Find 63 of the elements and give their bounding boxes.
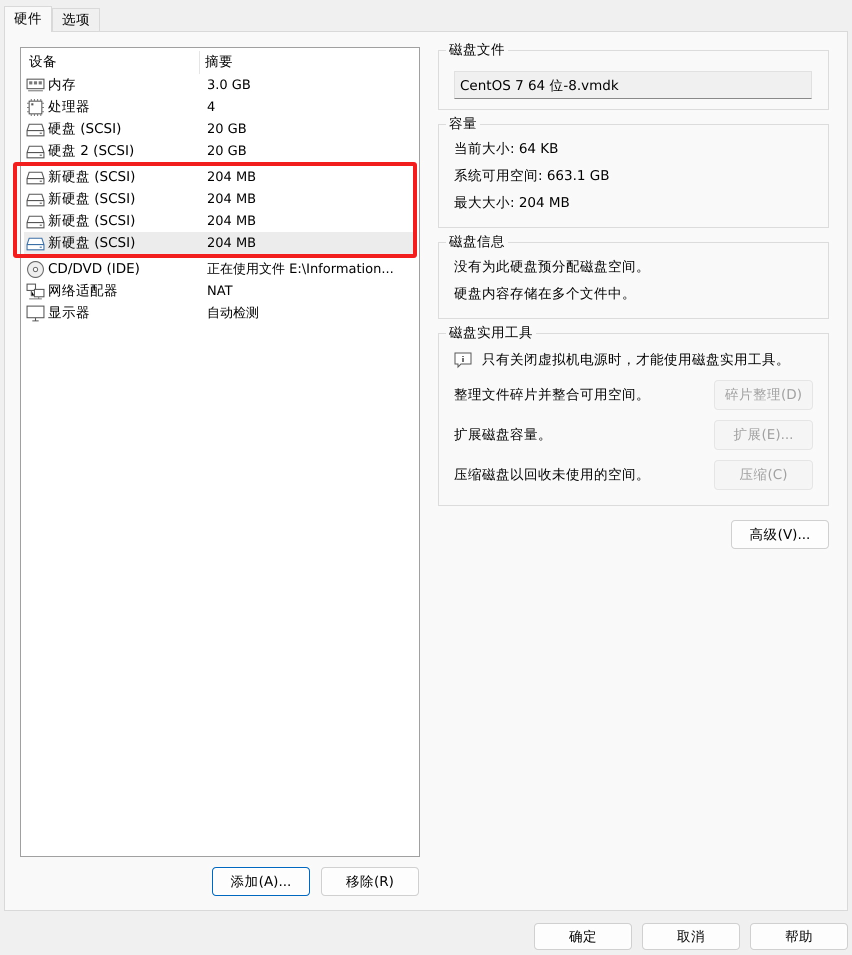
- device-name: CD/DVD (IDE): [48, 261, 140, 277]
- device-row[interactable]: CD/DVD (IDE) 正在使用文件 E:\Information...: [24, 258, 419, 280]
- device-row[interactable]: 显示器 自动检测: [24, 302, 419, 324]
- column-header[interactable]: 摘要: [200, 51, 419, 74]
- device-summary: 204 MB: [206, 192, 258, 206]
- monitor-icon: [26, 304, 45, 322]
- device-name: 硬盘 2 (SCSI): [48, 142, 134, 160]
- device-row[interactable]: 新硬盘 (SCSI) 204 MB: [24, 232, 413, 254]
- device-name: 显示器: [48, 304, 90, 322]
- info-text: 没有为此硬盘预分配磁盘空间。: [454, 258, 651, 277]
- button[interactable]: 添加(A)...: [212, 867, 310, 896]
- group-title: 磁盘文件: [446, 41, 508, 59]
- device-name: 网络适配器: [48, 282, 118, 300]
- tab[interactable]: 选项: [52, 8, 100, 31]
- action-text: 扩展磁盘容量。: [454, 426, 552, 444]
- info-text: 硬盘内容存储在多个文件中。: [454, 285, 637, 304]
- device-name: 硬盘 (SCSI): [48, 120, 122, 138]
- device-name: 处理器: [48, 98, 90, 116]
- device-name: 新硬盘 (SCSI): [48, 234, 136, 252]
- device-summary: 204 MB: [206, 214, 258, 228]
- device-name: 新硬盘 (SCSI): [48, 212, 136, 230]
- device-summary: 20 GB: [206, 144, 248, 158]
- chip-icon: [26, 98, 45, 116]
- button[interactable]: 移除(R): [321, 867, 419, 896]
- device-row[interactable]: 硬盘 2 (SCSI) 20 GB: [24, 140, 419, 162]
- info-text: 当前大小: 64 KB: [454, 140, 560, 159]
- device-row[interactable]: 新硬盘 (SCSI) 204 MB: [24, 210, 413, 232]
- disc-icon: [26, 260, 45, 278]
- device-row[interactable]: 新硬盘 (SCSI) 204 MB: [24, 166, 413, 188]
- device-row[interactable]: 处理器 4: [24, 96, 419, 118]
- info-text: 只有关闭虚拟机电源时，才能使用磁盘实用工具。: [482, 351, 790, 369]
- device-summary: 3.0 GB: [206, 78, 252, 92]
- device-summary: 自动检测: [206, 305, 260, 322]
- device-row[interactable]: 新硬盘 (SCSI) 204 MB: [24, 188, 413, 210]
- group-title: 容量: [446, 115, 480, 133]
- action-text: 整理文件碎片并整合可用空间。: [454, 386, 650, 404]
- device-summary: 204 MB: [206, 236, 258, 250]
- info-icon: [454, 351, 472, 369]
- group-title: 磁盘信息: [446, 233, 508, 251]
- device-name: 内存: [48, 76, 76, 94]
- device-row[interactable]: 网络适配器 NAT: [24, 280, 419, 302]
- device-row[interactable]: 内存 3.0 GB: [24, 74, 419, 96]
- device-summary: 正在使用文件 E:\Information...: [206, 261, 395, 278]
- file-field[interactable]: CentOS 7 64 位-8.vmdk: [454, 71, 812, 99]
- device-summary: 20 GB: [206, 122, 248, 136]
- device-name: 新硬盘 (SCSI): [48, 190, 136, 208]
- device-summary: NAT: [206, 284, 234, 298]
- network-icon: [26, 282, 45, 300]
- action-text: 压缩磁盘以回收未使用的空间。: [454, 466, 650, 484]
- tab[interactable]: 硬件: [4, 6, 52, 32]
- button[interactable]: 取消: [642, 923, 740, 950]
- memory-icon: [26, 76, 45, 94]
- button[interactable]: 帮助: [750, 923, 848, 950]
- info-text: 系统可用空间: 663.1 GB: [454, 167, 611, 186]
- device-summary: 204 MB: [206, 170, 258, 184]
- device-summary: 4: [206, 100, 216, 114]
- info-text: 最大大小: 204 MB: [454, 194, 571, 213]
- device-name: 新硬盘 (SCSI): [48, 168, 136, 186]
- group-title: 磁盘实用工具: [446, 324, 536, 342]
- button[interactable]: 确定: [534, 923, 632, 950]
- column-header[interactable]: 设备: [24, 51, 200, 74]
- advanced-button[interactable]: 高级(V)...: [731, 520, 829, 549]
- device-row[interactable]: 硬盘 (SCSI) 20 GB: [24, 118, 419, 140]
